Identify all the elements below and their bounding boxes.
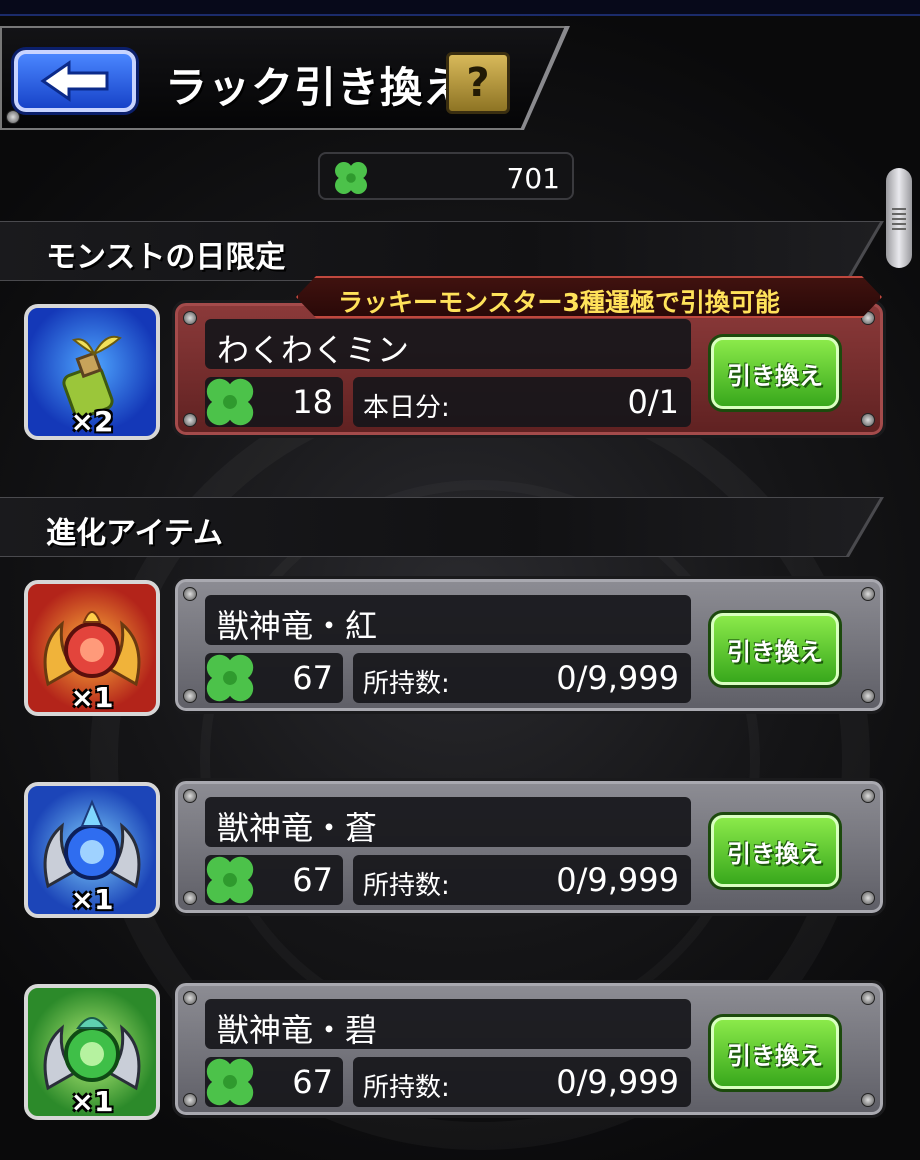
item-name-box: 獣神竜・碧 — [205, 999, 691, 1049]
card-screw — [861, 991, 875, 1005]
card-screw — [183, 689, 197, 703]
card-screw — [861, 413, 875, 427]
exchange-item-card: 獣神竜・碧 67 所持数: 0/9,999 引き換え — [172, 980, 886, 1118]
scrollbar-thumb[interactable] — [886, 168, 912, 268]
clover-icon — [206, 856, 254, 904]
background-emblem-inner — [200, 480, 760, 1040]
card-screw — [183, 789, 197, 803]
item-quantity: ×1 — [70, 883, 114, 916]
item-name: 獣神竜・紅 — [217, 607, 378, 645]
card-screw — [183, 1093, 197, 1107]
item-cost: 18 — [292, 383, 333, 421]
item-icon: ×1 — [24, 984, 160, 1120]
item-cost: 67 — [292, 659, 333, 697]
clover-balance: 701 — [318, 152, 574, 200]
clover-icon — [206, 654, 254, 702]
card-screw — [861, 891, 875, 905]
card-screw — [861, 587, 875, 601]
exchange-item-card: 獣神竜・紅 67 所持数: 0/9,999 引き換え — [172, 576, 886, 714]
item-stat-box: 所持数: 0/9,999 — [353, 653, 691, 703]
card-screw — [183, 891, 197, 905]
item-name-box: 獣神竜・蒼 — [205, 797, 691, 847]
section-header-monst-day: モンストの日限定 — [0, 222, 880, 280]
item-quantity: ×2 — [70, 405, 114, 438]
exchange-button[interactable]: 引き換え — [711, 1017, 839, 1089]
item-cost-box: 18 — [205, 377, 343, 427]
item-cost: 67 — [292, 1063, 333, 1101]
item-cost-box: 67 — [205, 1057, 343, 1107]
section-title: 進化アイテム — [46, 516, 223, 551]
item-stat-value: 0/9,999 — [556, 659, 679, 697]
item-name: わくわくミン — [217, 331, 410, 369]
back-button[interactable] — [14, 50, 136, 112]
clover-balance-value: 701 — [506, 162, 560, 195]
item-name: 獣神竜・碧 — [217, 1011, 378, 1049]
item-cost: 67 — [292, 861, 333, 899]
item-stat-value: 0/9,999 — [556, 1063, 679, 1101]
banner-text: ラッキーモンスター3種運極で引換可能 — [338, 288, 780, 317]
item-name: 獣神竜・蒼 — [217, 809, 378, 847]
exchange-button[interactable]: 引き換え — [711, 337, 839, 409]
section-title: モンストの日限定 — [46, 240, 286, 275]
top-strip — [0, 0, 920, 16]
item-name-box: 獣神竜・紅 — [205, 595, 691, 645]
exchange-item-card: 獣神竜・蒼 67 所持数: 0/9,999 引き換え — [172, 778, 886, 916]
clover-icon — [335, 162, 367, 194]
item-cost-box: 67 — [205, 855, 343, 905]
item-stat-box: 所持数: 0/9,999 — [353, 1057, 691, 1107]
item-stat-box: 本日分: 0/1 — [353, 377, 691, 427]
item-stat-value: 0/1 — [627, 383, 680, 421]
exchange-button[interactable]: 引き換え — [711, 613, 839, 685]
card-screw — [183, 587, 197, 601]
limited-condition-banner: ラッキーモンスター3種運極で引換可能 — [296, 276, 882, 318]
card-screw — [861, 689, 875, 703]
item-stat-label: 所持数: — [363, 1073, 450, 1103]
item-stat-value: 0/9,999 — [556, 861, 679, 899]
item-quantity: ×1 — [70, 681, 114, 714]
item-icon: ×1 — [24, 580, 160, 716]
item-quantity: ×1 — [70, 1085, 114, 1118]
card-screw — [861, 1093, 875, 1107]
item-icon: ×2 — [24, 304, 160, 440]
help-button[interactable]: ? — [446, 52, 510, 114]
back-arrow-icon — [40, 60, 109, 102]
item-name-box: わくわくミン — [205, 319, 691, 369]
item-stat-label: 本日分: — [363, 393, 450, 423]
header-screw — [6, 110, 20, 124]
item-icon: ×1 — [24, 782, 160, 918]
card-screw — [183, 413, 197, 427]
item-stat-label: 所持数: — [363, 871, 450, 901]
item-stat-label: 所持数: — [363, 669, 450, 699]
header-bar: ラック引き換え ? — [0, 26, 570, 130]
clover-icon — [206, 378, 254, 426]
card-screw — [183, 311, 197, 325]
item-stat-box: 所持数: 0/9,999 — [353, 855, 691, 905]
section-header-evolution-items: 進化アイテム — [0, 498, 880, 556]
exchange-button[interactable]: 引き換え — [711, 815, 839, 887]
item-cost-box: 67 — [205, 653, 343, 703]
card-screw — [861, 789, 875, 803]
clover-icon — [206, 1058, 254, 1106]
card-screw — [183, 991, 197, 1005]
exchange-item-card: わくわくミン 18 本日分: 0/1 引き換え — [172, 300, 886, 438]
page-title: ラック引き換え — [165, 63, 467, 112]
